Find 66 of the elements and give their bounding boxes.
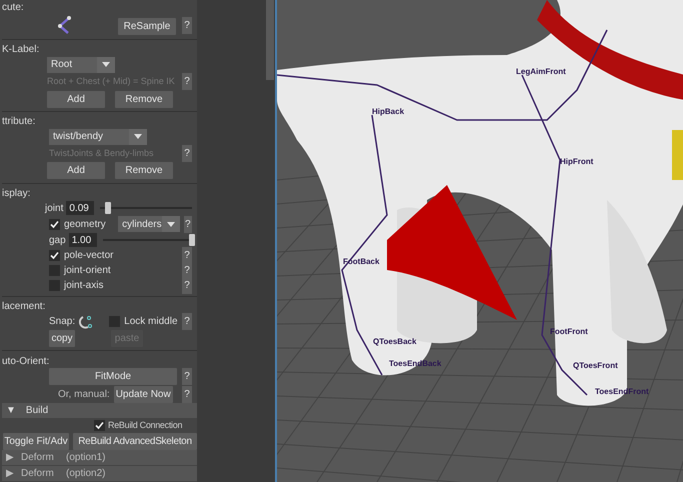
checkbox[interactable] (49, 218, 60, 230)
joint-chain-icon (56, 15, 72, 35)
resample-button[interactable]: ReSample (118, 18, 176, 35)
manual-label: Or, manual: (58, 388, 110, 402)
add-button[interactable]: Add (47, 162, 105, 180)
section-header[interactable]: ▶ Deform (option1) (2, 450, 197, 466)
remove-button[interactable]: Remove (115, 90, 173, 108)
number-field[interactable]: 1.00 (68, 233, 97, 248)
label-dropdown[interactable]: Root (47, 56, 115, 73)
checkmark-icon (50, 250, 59, 260)
joint-label: joint (45, 202, 64, 216)
checkbox[interactable] (49, 264, 60, 276)
help-button[interactable]: ? (182, 313, 192, 330)
update-now-button[interactable]: Update Now (114, 386, 173, 403)
help-button[interactable]: ? (182, 73, 192, 90)
checkbox-label: Lock middle (124, 315, 178, 330)
checkbox-label: joint-axis (64, 278, 104, 293)
remove-button[interactable]: Remove (115, 162, 173, 180)
section-label: isplay: (2, 187, 30, 202)
checkbox[interactable] (49, 280, 60, 291)
caret-icon (166, 222, 175, 227)
joint-label: LegAimFront (516, 66, 566, 78)
joint-label: HipBack (372, 106, 404, 118)
snap-label: Snap: (49, 315, 76, 330)
help-button[interactable]: ? (184, 216, 192, 233)
geometry-dropdown[interactable]: cylinders (118, 216, 180, 232)
checkbox[interactable] (94, 420, 105, 431)
checkbox[interactable] (109, 316, 120, 328)
add-button[interactable]: Add (47, 90, 105, 108)
copy-button[interactable]: copy (49, 330, 75, 348)
gap-label: gap (49, 234, 66, 248)
scrollbar-thumb[interactable] (266, 0, 274, 80)
help-button[interactable]: ? (182, 144, 192, 162)
section-header[interactable]: ▶ Deform (option2) (2, 466, 197, 482)
section-label: uto-Orient: (2, 354, 50, 369)
caret-icon (102, 62, 110, 68)
section-label: lacement: (2, 300, 46, 314)
toggle-fit-button[interactable]: Toggle Fit/Adv (3, 432, 69, 450)
checkbox-label: pole-vector (64, 248, 114, 263)
checkbox-label: joint-orient (64, 264, 111, 278)
slider-thumb[interactable] (188, 234, 195, 246)
help-button[interactable]: ? (182, 16, 192, 34)
checkbox-label: geometry (64, 218, 107, 232)
rebuild-button[interactable]: ReBuild AdvancedSkeleton (73, 432, 197, 450)
checkmark-icon (50, 220, 59, 229)
joint-label: HipFront (560, 156, 594, 168)
checkbox-label: ReBuild Connection (108, 418, 182, 432)
fitmode-button[interactable]: FitMode (49, 368, 177, 386)
checkmark-icon (95, 420, 104, 430)
joint-label: QToesBack (373, 336, 416, 348)
help-button[interactable]: ? (182, 246, 192, 264)
caret-icon (134, 134, 142, 140)
checkbox[interactable] (49, 250, 60, 261)
help-button[interactable]: ? (182, 386, 192, 403)
section-header[interactable]: ▼ Build (2, 403, 197, 418)
joint-label: QToesFront (573, 360, 618, 372)
help-button[interactable]: ? (182, 276, 192, 294)
expand-arrow: ▼ (6, 404, 16, 418)
slider-thumb[interactable] (104, 202, 111, 214)
section-label: ttribute: (2, 115, 36, 130)
section-label: K-Label: (2, 43, 40, 58)
help-button[interactable]: ? (182, 368, 192, 386)
magnet-icon[interactable] (79, 314, 94, 329)
section-label: cute: (2, 0, 24, 14)
number-field[interactable]: 0.09 (66, 201, 94, 216)
attribute-dropdown[interactable]: twist/bendy (49, 128, 147, 145)
